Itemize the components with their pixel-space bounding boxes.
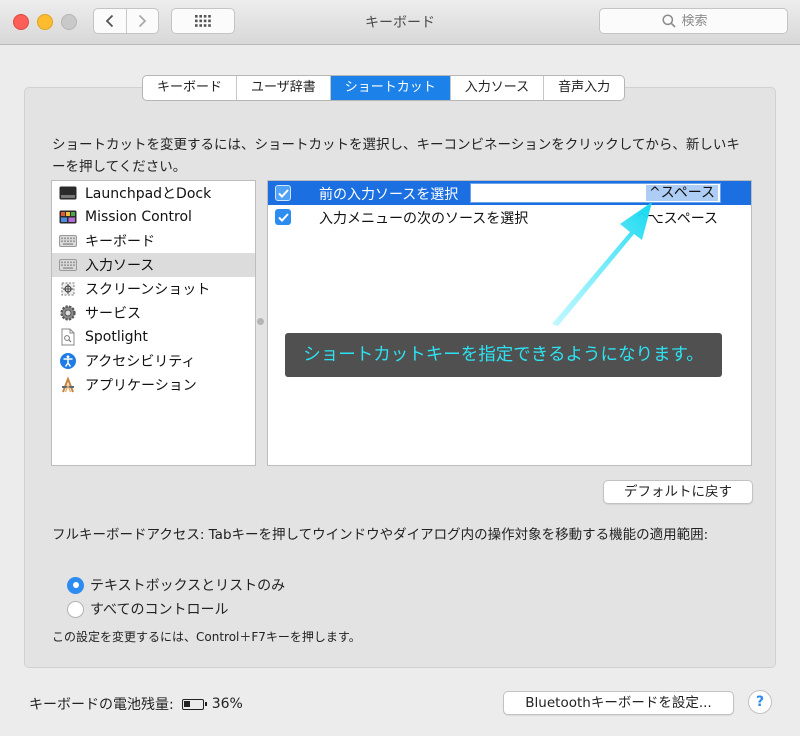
category-label: Spotlight	[85, 329, 148, 345]
mission-control-icon	[59, 208, 77, 226]
tab-bar: キーボード ユーザ辞書 ショートカット 入力ソース 音声入力	[142, 75, 626, 101]
category-item-applications[interactable]: アプリケーション	[52, 373, 255, 397]
battery-label: キーボードの電池残量:	[29, 697, 174, 713]
search-icon	[661, 14, 676, 28]
checkmark-icon	[277, 212, 289, 222]
instructions-text: ショートカットを変更するには、ショートカットを選択し、キーコンビネーションをクリ…	[52, 137, 740, 175]
battery-status: キーボードの電池残量: 36%	[29, 694, 243, 714]
document-icon	[59, 328, 77, 346]
bluetooth-keyboard-setup-button[interactable]: Bluetoothキーボードを設定...	[503, 691, 734, 715]
tab-shortcuts[interactable]: ショートカット	[330, 76, 451, 100]
radio-label: すべてのコントロール	[90, 602, 229, 618]
category-item-accessibility[interactable]: アクセシビリティ	[52, 349, 255, 373]
keyboard-icon	[59, 232, 77, 250]
tab-user-dictionary[interactable]: ユーザ辞書	[237, 76, 331, 100]
keyboard-access-note: この設定を変更するには、Control＋F7キーを押します。	[52, 630, 361, 644]
annotation-arrow-icon	[552, 202, 652, 326]
checkmark-icon	[277, 188, 289, 198]
shortcut-label: 前の入力ソースを選択	[319, 187, 459, 203]
radio-button-selected[interactable]	[67, 576, 84, 594]
screenshot-icon	[59, 280, 77, 298]
help-button[interactable]: ?	[748, 690, 772, 714]
split-view-handle[interactable]	[257, 318, 264, 325]
search-input[interactable]	[681, 13, 726, 29]
shortcut-category-list: LaunchpadとDock Mission Control キーボード 入力ソ…	[51, 180, 256, 466]
shortcut-label: 入力メニューの次のソースを選択	[319, 211, 529, 227]
category-label: キーボード	[85, 234, 155, 250]
radio-label: テキストボックスとリストのみ	[90, 578, 286, 594]
dock-icon	[59, 184, 77, 202]
category-item-screenshots[interactable]: スクリーンショット	[52, 277, 255, 301]
gear-icon	[59, 304, 77, 322]
search-field[interactable]	[599, 8, 788, 34]
category-label: アプリケーション	[85, 378, 197, 394]
annotation-callout: ショートカットキーを指定できるようになります。	[285, 333, 722, 377]
shortcut-enabled-checkbox[interactable]	[275, 185, 291, 201]
category-item-launchpad-dock[interactable]: LaunchpadとDock	[52, 181, 255, 205]
category-item-services[interactable]: サービス	[52, 301, 255, 325]
category-label: 入力ソース	[85, 258, 155, 274]
app-store-icon	[59, 376, 77, 394]
category-item-input-sources[interactable]: 入力ソース	[52, 253, 255, 277]
shortcut-row-next-input-source[interactable]: 入力メニューの次のソースを選択 ^⌥スペース	[268, 205, 751, 229]
restore-defaults-button[interactable]: デフォルトに戻す	[603, 480, 753, 504]
category-item-keyboard[interactable]: キーボード	[52, 229, 255, 253]
keyboard-icon	[59, 256, 77, 274]
tab-input-sources[interactable]: 入力ソース	[451, 76, 545, 100]
category-label: サービス	[85, 306, 141, 322]
battery-icon	[181, 698, 207, 710]
battery-value: 36%	[211, 696, 243, 712]
tab-keyboard[interactable]: キーボード	[143, 76, 238, 100]
radio-all-controls[interactable]: すべてのコントロール	[67, 599, 228, 619]
category-label: Mission Control	[85, 209, 192, 225]
shortcut-enabled-checkbox[interactable]	[275, 209, 291, 225]
full-keyboard-access-text: フルキーボードアクセス: Tabキーを押してウインドウやダイアログ内の操作対象を…	[52, 527, 709, 543]
accessibility-icon	[59, 352, 77, 370]
radio-text-boxes-and-lists[interactable]: テキストボックスとリストのみ	[67, 575, 285, 595]
shortcut-list: 前の入力ソースを選択 ^スペース 入力メニューの次のソースを選択 ^⌥スペース	[267, 180, 752, 466]
radio-button[interactable]	[67, 600, 84, 618]
category-label: スクリーンショット	[85, 282, 211, 298]
category-label: LaunchpadとDock	[85, 186, 212, 202]
tab-dictation[interactable]: 音声入力	[544, 76, 624, 100]
category-item-spotlight[interactable]: Spotlight	[52, 325, 255, 349]
category-label: アクセシビリティ	[85, 354, 196, 370]
shortcut-row-previous-input-source[interactable]: 前の入力ソースを選択 ^スペース	[268, 181, 751, 205]
category-item-mission-control[interactable]: Mission Control	[52, 205, 255, 229]
title-bar: キーボード	[0, 0, 800, 45]
